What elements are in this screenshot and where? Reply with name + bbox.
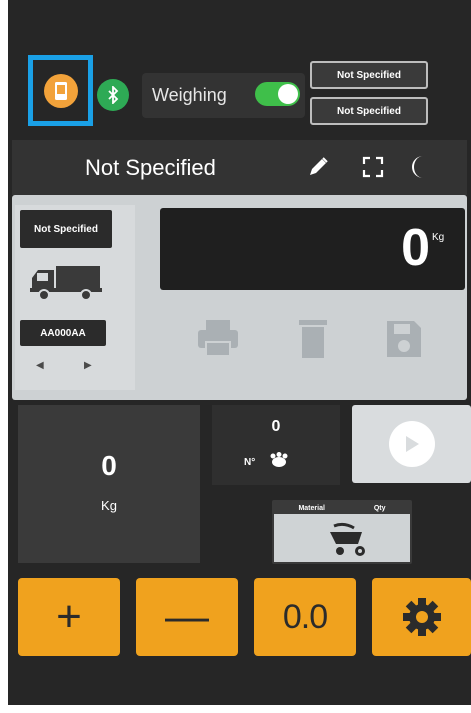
- page-title: Not Specified: [85, 155, 216, 180]
- gear-icon: [402, 598, 441, 636]
- weight-unit: Kg: [432, 232, 445, 243]
- plate-prev-arrow[interactable]: ◀: [36, 360, 44, 371]
- bluetooth-icon[interactable]: [97, 79, 129, 111]
- plus-button[interactable]: +: [18, 578, 120, 656]
- plate-next-arrow[interactable]: ▶: [84, 360, 92, 371]
- play-icon: [388, 421, 435, 467]
- play-button[interactable]: [352, 405, 471, 483]
- fullscreen-icon[interactable]: [358, 152, 388, 182]
- receipt-mode-button[interactable]: [28, 55, 93, 126]
- total-weight-unit: Kg: [101, 498, 117, 513]
- delete-icon[interactable]: [296, 318, 330, 365]
- material-header: Material Qty: [274, 502, 410, 514]
- zero-label: 0.0: [282, 597, 328, 636]
- plus-label: +: [56, 592, 82, 641]
- total-weight-box: [18, 405, 200, 563]
- count-value: 0: [271, 418, 281, 435]
- count-box: [212, 405, 340, 485]
- save-icon[interactable]: [384, 318, 424, 365]
- title-bar: [12, 140, 467, 195]
- selector-bottom-button[interactable]: Not Specified: [310, 97, 428, 125]
- settings-button[interactable]: [372, 578, 471, 656]
- zero-button[interactable]: 0.0: [254, 578, 356, 656]
- moon-icon[interactable]: [405, 152, 435, 182]
- selector-top-button[interactable]: Not Specified: [310, 61, 428, 89]
- minus-button[interactable]: —: [136, 578, 238, 656]
- weight-value: 0: [401, 219, 430, 277]
- weighing-toggle[interactable]: [255, 82, 300, 106]
- product-chip[interactable]: Not Specified: [20, 210, 112, 248]
- truck-icon[interactable]: [30, 262, 102, 307]
- license-plate[interactable]: AA000AA: [20, 320, 106, 346]
- wheelbarrow-icon: [318, 520, 368, 563]
- total-weight-value: 0: [101, 450, 117, 481]
- print-icon[interactable]: [196, 318, 240, 363]
- minus-label: —: [165, 592, 209, 641]
- material-label: Material: [298, 504, 325, 512]
- paw-icon: [268, 452, 288, 473]
- toggle-knob: [278, 84, 298, 104]
- qty-label: Qty: [373, 504, 386, 512]
- pencil-icon[interactable]: [303, 152, 333, 182]
- receipt-icon: [43, 73, 78, 108]
- count-label: N°: [244, 457, 256, 468]
- weighing-label: Weighing: [152, 85, 227, 105]
